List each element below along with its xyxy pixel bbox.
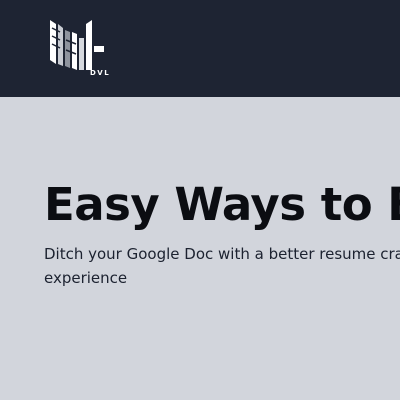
brand-logo-icon: DVL	[50, 20, 110, 77]
brand-logo-text: DVL	[90, 69, 110, 77]
hero-title: Easy Ways to Bu	[44, 178, 400, 231]
top-navbar: DVL	[0, 0, 400, 97]
hero-section: Easy Ways to Bu Ditch your Google Doc wi…	[0, 97, 400, 400]
hero-subtitle: Ditch your Google Doc with a better resu…	[44, 245, 400, 287]
brand-logo[interactable]: DVL	[46, 16, 110, 78]
